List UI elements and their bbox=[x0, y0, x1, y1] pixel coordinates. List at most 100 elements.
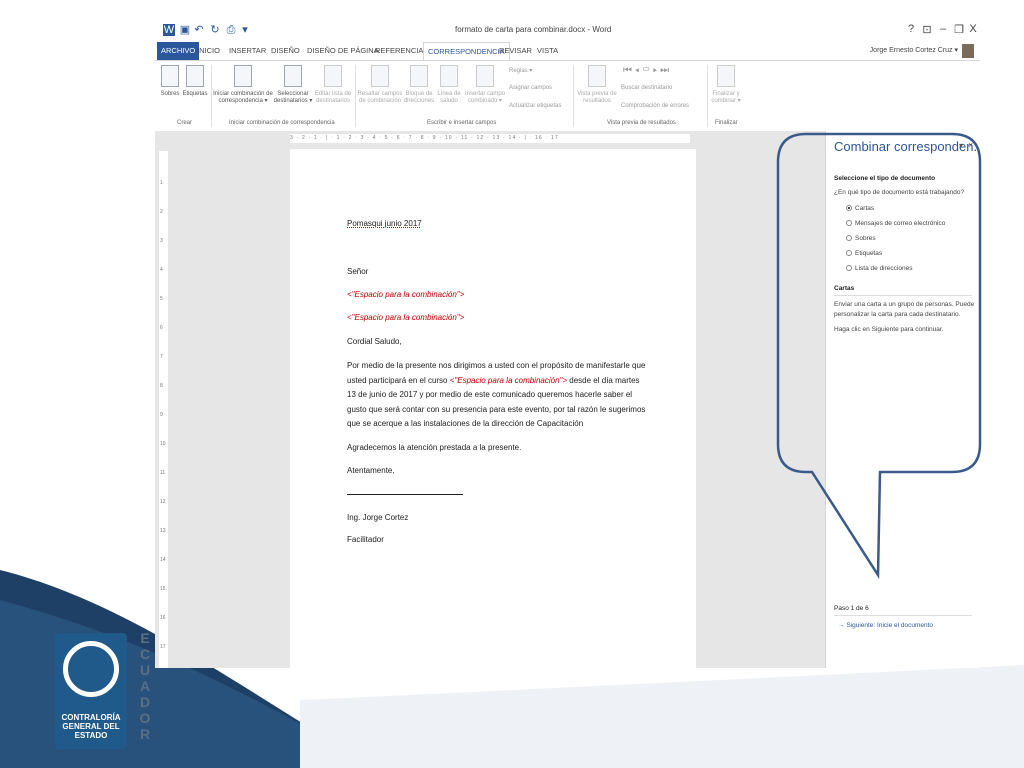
finish-merge-icon bbox=[717, 65, 735, 87]
tab-diseno[interactable]: DISEÑO bbox=[267, 42, 304, 60]
vertical-ruler-tick: 16 bbox=[160, 615, 166, 621]
tab-insertar[interactable]: INSERTAR bbox=[225, 42, 270, 60]
help-button[interactable]: ? bbox=[904, 23, 918, 35]
ribbon-display-button[interactable]: ⊡ bbox=[920, 23, 934, 36]
letter-closing: Atentamente, bbox=[347, 466, 395, 475]
pane-instruction: Haga clic en Siguiente para continuar. bbox=[834, 326, 944, 333]
group-escribir: Escribir e insertar campos bbox=[427, 120, 497, 126]
asignar-campos-button[interactable]: Asignar campos bbox=[509, 85, 552, 91]
start-merge-icon bbox=[234, 65, 252, 87]
reglas-button[interactable]: Reglas ▾ bbox=[509, 67, 532, 74]
labels-icon bbox=[186, 65, 204, 87]
print-preview-icon[interactable]: ⎙ bbox=[225, 24, 237, 36]
pane-options-icon[interactable]: ▾ bbox=[959, 141, 963, 150]
seleccionar-destinatarios-button[interactable]: Seleccionar destinatarios ▾ bbox=[273, 65, 313, 105]
vertical-ruler-tick: 8 bbox=[160, 383, 163, 389]
pane-section-document-type: Seleccione el tipo de documento bbox=[834, 175, 936, 182]
word-icon[interactable]: W bbox=[163, 24, 175, 36]
finalizar-combinar-button[interactable]: Finalizar y combinar ▾ bbox=[709, 65, 743, 105]
group-separator bbox=[355, 65, 356, 127]
vertical-ruler[interactable]: 1 2 3 4 5 6 7 8 9 10 11 12 13 14 15 16 17 bbox=[159, 151, 168, 668]
sobres-button[interactable]: Sobres bbox=[159, 65, 181, 98]
horizontal-ruler[interactable]: 3 · 2 · 1 · | · 1 · 2 · 3 · 4 · 5 · 6 · … bbox=[290, 134, 690, 143]
etiquetas-button[interactable]: Etiquetas bbox=[181, 65, 209, 98]
tab-vista[interactable]: VISTA bbox=[533, 42, 562, 60]
iniciar-combinacion-button[interactable]: Iniciar combinación de correspondencia ▾ bbox=[213, 65, 273, 105]
resaltar-campos-button[interactable]: Resaltar campos de combinación bbox=[357, 65, 403, 105]
signature-line bbox=[347, 494, 463, 495]
radio-cartas[interactable]: Cartas bbox=[846, 205, 874, 212]
vertical-ruler-tick: 5 bbox=[160, 296, 163, 302]
merge-field: <"Espacio para la combinación"> bbox=[449, 375, 568, 385]
title-bar: W ▣ ↶ ↻ ⎙ ▾ formato de carta para combin… bbox=[155, 20, 980, 42]
ecuador-wordmark: ECUADOR bbox=[139, 630, 151, 742]
envelope-icon bbox=[161, 65, 179, 87]
divider bbox=[834, 615, 972, 616]
comprobacion-errores-button[interactable]: Comprobación de errores bbox=[621, 103, 689, 109]
actualizar-etiquetas-button[interactable]: Actualizar etiquetas bbox=[509, 103, 561, 109]
radio-lista-direcciones[interactable]: Lista de direcciones bbox=[846, 265, 912, 272]
radio-sobres[interactable]: Sobres bbox=[846, 235, 876, 242]
group-separator bbox=[573, 65, 574, 127]
radio-etiquetas[interactable]: Etiquetas bbox=[846, 250, 882, 257]
document-page[interactable]: Pomasqui junio 2017 Señor <"Espacio para… bbox=[290, 149, 696, 668]
save-icon[interactable]: ▣ bbox=[179, 24, 191, 36]
vertical-ruler-tick: 2 bbox=[160, 209, 163, 215]
pane-close-icon[interactable]: × bbox=[968, 140, 973, 150]
letter-addressee: Señor bbox=[347, 267, 369, 276]
vertical-ruler-tick: 1 bbox=[160, 180, 163, 186]
redo-icon[interactable]: ↻ bbox=[209, 24, 221, 36]
address-block-icon bbox=[410, 65, 428, 87]
group-crear: Crear bbox=[177, 120, 193, 126]
linea-saludo-button[interactable]: Línea de saludo bbox=[435, 65, 463, 105]
ribbon-tabs: ARCHIVO INICIO INSERTAR DISEÑO DISEÑO DE… bbox=[155, 42, 980, 60]
buscar-destinatario-button[interactable]: Buscar destinatario bbox=[621, 85, 672, 91]
insert-field-icon bbox=[476, 65, 494, 87]
preview-results-icon bbox=[588, 65, 606, 87]
vertical-ruler-tick: 9 bbox=[160, 412, 163, 418]
user-account[interactable]: Jorge Ernesto Cortez Cruz ▾ bbox=[870, 46, 958, 54]
greeting-line-icon bbox=[440, 65, 458, 87]
word-window: W ▣ ↶ ↻ ⎙ ▾ formato de carta para combin… bbox=[155, 20, 980, 668]
radio-mensajes[interactable]: Mensajes de correo electrónico bbox=[846, 220, 945, 227]
highlight-fields-icon bbox=[371, 65, 389, 87]
letter-thanks: Agradecemos la atención prestada a la pr… bbox=[347, 443, 522, 452]
letter-role: Facilitador bbox=[347, 535, 384, 544]
tab-revisar[interactable]: REVISAR bbox=[495, 42, 536, 60]
pane-step: Paso 1 de 6 bbox=[834, 605, 869, 612]
letter-place-date: Pomasqui junio 2017 bbox=[347, 219, 422, 228]
pane-description: Enviar una carta a un grupo de personas.… bbox=[834, 301, 975, 308]
record-navigation[interactable]: ⏮ ◂ ▭ ▸ ⏭ bbox=[623, 65, 669, 76]
next-step-link[interactable]: → Siguiente: Inicie el documento bbox=[838, 622, 933, 629]
minimize-button[interactable]: ‒ bbox=[936, 23, 950, 35]
customize-qat-icon[interactable]: ▾ bbox=[239, 24, 251, 36]
letter-salutation: Cordial Saludo, bbox=[347, 337, 402, 346]
ribbon: Sobres Etiquetas Crear Iniciar combinaci… bbox=[155, 60, 980, 132]
vertical-ruler-tick: 11 bbox=[160, 470, 166, 476]
group-iniciar: Iniciar combinación de correspondencia bbox=[229, 120, 335, 126]
group-vista: Vista previa de resultados bbox=[607, 120, 676, 126]
pane-section-cartas: Cartas bbox=[834, 285, 855, 292]
logo-text: CONTRALORÍA GENERAL DEL ESTADO bbox=[61, 713, 121, 740]
document-title: formato de carta para combinar.docx - Wo… bbox=[455, 25, 612, 34]
vertical-ruler-tick: 12 bbox=[160, 499, 166, 505]
vertical-ruler-tick: 14 bbox=[160, 557, 166, 563]
insertar-campo-button[interactable]: Insertar campo combinado ▾ bbox=[463, 65, 507, 105]
close-button[interactable]: X bbox=[966, 23, 980, 35]
radio-selected-icon bbox=[846, 205, 852, 212]
radio-icon bbox=[846, 220, 852, 227]
contraloria-logo: CONTRALORÍA GENERAL DEL ESTADO bbox=[55, 633, 127, 749]
avatar[interactable] bbox=[962, 44, 974, 58]
vertical-ruler-tick: 4 bbox=[160, 267, 163, 273]
document-workspace: 3 · 2 · 1 · | · 1 · 2 · 3 · 4 · 5 · 6 · … bbox=[155, 131, 825, 668]
letter-signer: Ing. Jorge Cortez bbox=[347, 513, 409, 522]
undo-icon[interactable]: ↶ bbox=[193, 24, 205, 36]
pane-question: ¿En qué tipo de documento está trabajand… bbox=[834, 189, 965, 196]
vista-previa-button[interactable]: Vista previa de resultados bbox=[577, 65, 617, 105]
tab-inicio[interactable]: INICIO bbox=[193, 42, 224, 60]
merge-field: <"Espacio para la combinación"> bbox=[347, 313, 465, 322]
group-separator bbox=[211, 65, 212, 127]
maximize-button[interactable]: ❐ bbox=[952, 23, 966, 36]
bloque-direcciones-button[interactable]: Bloque de direcciones bbox=[403, 65, 435, 105]
editar-lista-button[interactable]: Editar lista de destinatarios bbox=[313, 65, 353, 105]
